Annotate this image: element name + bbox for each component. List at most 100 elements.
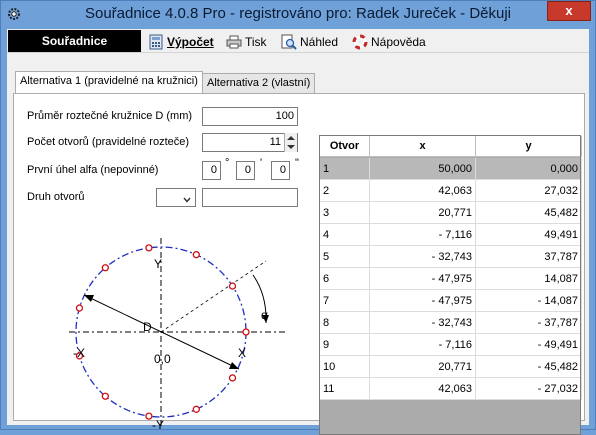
tab-alternativa-1-label: Alternativa 1 (pravidelné na kružnici) — [20, 75, 198, 87]
minute-symbol: ' — [260, 157, 263, 169]
cell-x[interactable]: - 32,743 — [370, 246, 476, 268]
table-row[interactable]: 4- 7,116 49,491 — [320, 224, 582, 246]
menu-tisk[interactable]: Tisk — [226, 32, 267, 50]
cell-y[interactable]: - 49,491 — [476, 334, 582, 356]
cell-otvor[interactable]: 8 — [320, 312, 370, 334]
col-header-x[interactable]: x — [370, 136, 476, 157]
cell-x[interactable]: - 47,975 — [370, 290, 476, 312]
cell-y[interactable]: 27,032 — [476, 180, 582, 202]
diagram-canvas — [69, 238, 285, 427]
cell-x[interactable]: - 47,975 — [370, 268, 476, 290]
menu-vypocet[interactable]: Výpočet — [148, 32, 214, 50]
hole-marker — [101, 392, 109, 400]
holes-spin-buttons[interactable] — [284, 133, 297, 152]
cell-y[interactable]: - 37,787 — [476, 312, 582, 334]
hole-marker — [242, 328, 250, 336]
menu-nahled-label: Náhled — [300, 34, 339, 49]
cell-x[interactable]: 20,771 — [370, 356, 476, 378]
cell-otvor[interactable]: 2 — [320, 180, 370, 202]
cell-x[interactable]: - 7,116 — [370, 334, 476, 356]
table-header: Otvor x y — [320, 136, 582, 157]
cell-otvor[interactable]: 5 — [320, 246, 370, 268]
menu-nahled[interactable]: Náhled — [281, 32, 338, 50]
help-icon — [352, 34, 368, 50]
cell-otvor[interactable]: 1 — [320, 158, 370, 180]
cell-otvor[interactable]: 4 — [320, 224, 370, 246]
cell-y[interactable]: 0,000 — [476, 158, 582, 180]
alpha-label: α — [261, 308, 268, 322]
origin-label: 0,0 — [154, 352, 171, 366]
angle-minutes-input[interactable]: 0 — [236, 161, 255, 180]
window-title: Souřadnice 4.0.8 Pro - registrováno pro:… — [84, 5, 512, 22]
client-area: Souřadnice Výpočet Tisk Náhled Nápověda … — [7, 29, 589, 435]
degree-symbol: ° — [225, 157, 230, 169]
cell-otvor[interactable]: 10 — [320, 356, 370, 378]
menu-napoveda-label: Nápověda — [371, 34, 426, 49]
cell-y[interactable]: 37,787 — [476, 246, 582, 268]
cell-x[interactable]: 50,000 — [370, 158, 476, 180]
cell-y[interactable]: - 27,032 — [476, 378, 582, 400]
cell-otvor[interactable]: 6 — [320, 268, 370, 290]
holes-label: Počet otvorů (pravidelné rozteče) — [27, 136, 190, 148]
hole-marker — [192, 405, 200, 413]
table-row[interactable]: 3 20,771 45,482 — [320, 202, 582, 224]
table-row[interactable]: 7- 47,975- 14,087 — [320, 290, 582, 312]
spin-up-icon[interactable] — [287, 136, 295, 140]
hole-pattern-diagram: Y -Y -X X 0,0 D α — [67, 235, 292, 432]
app-window: Souřadnice 4.0.8 Pro - registrováno pro:… — [0, 0, 596, 435]
hole-marker — [145, 412, 153, 420]
hole-marker — [75, 304, 84, 312]
spin-down-icon[interactable] — [287, 145, 295, 149]
cell-otvor[interactable]: 3 — [320, 202, 370, 224]
cell-y[interactable]: 49,491 — [476, 224, 582, 246]
cell-x[interactable]: 42,063 — [370, 378, 476, 400]
table-row[interactable]: 11 42,063- 27,032 — [320, 378, 582, 400]
close-button[interactable]: x — [547, 1, 591, 21]
hole-marker — [228, 282, 237, 290]
close-icon: x — [565, 3, 573, 18]
hole-type-select[interactable] — [156, 188, 196, 207]
table-row[interactable]: 5- 32,743 37,787 — [320, 246, 582, 268]
hole-marker — [145, 244, 153, 252]
menu-vypocet-label: Výpočet — [167, 34, 214, 49]
coordinates-table[interactable]: Otvor x y 1 50,000 0,000 2 42,063 27,032 3 20,7… — [319, 135, 582, 435]
cell-x[interactable]: 20,771 — [370, 202, 476, 224]
table-row[interactable]: 1 50,000 0,000 — [320, 158, 582, 180]
cell-x[interactable]: - 7,116 — [370, 224, 476, 246]
col-header-y[interactable]: y — [476, 136, 582, 157]
table-row[interactable]: 10 20,771- 45,482 — [320, 356, 582, 378]
diameter-label-d: D — [143, 320, 152, 334]
table-row[interactable]: 9- 7,116- 49,491 — [320, 334, 582, 356]
cell-y[interactable]: 45,482 — [476, 202, 582, 224]
cell-y[interactable]: 14,087 — [476, 268, 582, 290]
cell-x[interactable]: - 32,743 — [370, 312, 476, 334]
tab-alternativa-1[interactable]: Alternativa 1 (pravidelné na kružnici) — [15, 71, 203, 93]
diameter-input[interactable]: 100 — [202, 107, 298, 126]
tab-alternativa-2-label: Alternativa 2 (vlastní) — [207, 77, 311, 89]
second-symbol: " — [295, 157, 299, 169]
tab-alternativa-2[interactable]: Alternativa 2 (vlastní) — [202, 73, 316, 93]
diameter-label: Průměr roztečné kružnice D (mm) — [27, 110, 193, 122]
table-row[interactable]: 2 42,063 27,032 — [320, 180, 582, 202]
col-header-otvor[interactable]: Otvor — [320, 136, 370, 157]
title-bar: Souřadnice 4.0.8 Pro - registrováno pro:… — [1, 1, 595, 28]
angle-label: První úhel alfa (nepovinné) — [27, 164, 159, 176]
calculator-icon — [148, 34, 164, 50]
angle-degrees-input[interactable]: 0 — [202, 161, 221, 180]
cell-otvor[interactable]: 7 — [320, 290, 370, 312]
hole-type-text[interactable] — [202, 188, 298, 207]
printer-icon — [226, 34, 242, 50]
table-row[interactable]: 6- 47,975 14,087 — [320, 268, 582, 290]
menu-napoveda[interactable]: Nápověda — [352, 32, 426, 50]
hole-marker — [101, 264, 109, 272]
angle-seconds-input[interactable]: 0 — [271, 161, 290, 180]
diameter-arrow-end-icon — [229, 362, 239, 369]
cell-y[interactable]: - 45,482 — [476, 356, 582, 378]
diameter-arrow-start-icon — [84, 295, 94, 302]
cell-y[interactable]: - 14,087 — [476, 290, 582, 312]
cell-x[interactable]: 42,063 — [370, 180, 476, 202]
table-row[interactable]: 8- 32,743- 37,787 — [320, 312, 582, 334]
cell-otvor[interactable]: 9 — [320, 334, 370, 356]
menu-app-title[interactable]: Souřadnice — [8, 30, 141, 52]
cell-otvor[interactable]: 11 — [320, 378, 370, 400]
